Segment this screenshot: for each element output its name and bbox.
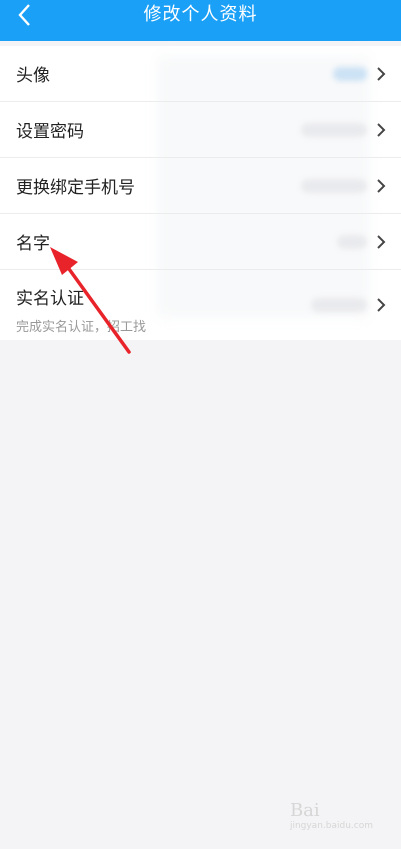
row-label: 实名认证 [16,289,84,309]
avatar-value-blurred [333,66,367,81]
chevron-left-icon [18,4,30,26]
row-set-password[interactable]: 设置密码 [0,102,401,158]
password-value-blurred [301,122,367,137]
row-avatar[interactable]: 头像 [0,46,401,102]
chevron-right-icon [375,122,387,138]
chevron-right-icon [375,66,387,82]
profile-list: 头像 设置密码 更换绑定手机号 名字 实名认证 完成实名认证，招工找 [0,46,401,340]
chevron-right-icon [375,178,387,194]
name-value-blurred [337,234,367,249]
row-sublabel: 完成实名认证，招工找 [16,320,147,335]
row-label: 头像 [16,66,50,86]
page-title: 修改个人资料 [143,3,258,25]
watermark-url: jingyan.baidu.com [289,821,373,831]
chevron-right-icon [375,297,387,313]
row-label: 更换绑定手机号 [16,178,135,198]
watermark-brand: Bai [289,800,320,821]
back-button[interactable] [12,0,36,30]
row-real-name-auth[interactable]: 实名认证 完成实名认证，招工找 [0,270,401,340]
row-change-phone[interactable]: 更换绑定手机号 [0,158,401,214]
row-label: 设置密码 [16,122,84,142]
phone-value-blurred [301,178,367,193]
chevron-right-icon [375,234,387,250]
row-label: 名字 [16,234,50,254]
auth-value-blurred [311,298,367,312]
header-bar: 修改个人资料 [0,0,401,41]
baidu-watermark: Bai jingyan.baidu.com [290,800,373,831]
row-name[interactable]: 名字 [0,214,401,270]
